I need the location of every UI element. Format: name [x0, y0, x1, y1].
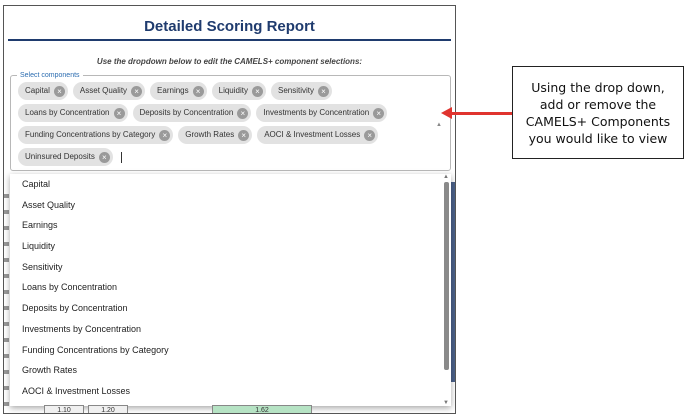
page-title: Detailed Scoring Report	[144, 18, 315, 35]
text-caret[interactable]	[120, 151, 122, 163]
select-label: Select components	[17, 71, 83, 80]
title-divider	[8, 39, 451, 41]
remove-chip-icon[interactable]: ×	[98, 151, 110, 163]
chip-label: Funding Concentrations by Category	[25, 130, 156, 139]
remove-chip-icon[interactable]: ×	[364, 129, 376, 141]
chip-label: Deposits by Concentration	[139, 108, 234, 117]
annotation-arrow-line	[448, 112, 512, 115]
dropdown-option[interactable]: AOCI & Investment Losses	[10, 381, 451, 402]
component-chip: Deposits by Concentration ×	[132, 104, 252, 122]
dropdown-scrollbar[interactable]	[444, 182, 449, 370]
chip-label: Capital	[25, 86, 50, 95]
component-chip: Capital ×	[18, 82, 68, 100]
dropdown-option[interactable]: Capital	[10, 174, 451, 195]
dropdown-option[interactable]: Deposits by Concentration	[10, 298, 451, 319]
chip-label: Growth Rates	[185, 130, 235, 139]
remove-chip-icon[interactable]: ×	[238, 129, 250, 141]
component-chip: Sensitivity ×	[270, 82, 332, 100]
dropdown-option[interactable]: Liquidity	[10, 236, 451, 257]
annotation-arrow-head	[441, 107, 452, 119]
component-chip: Liquidity ×	[211, 82, 266, 100]
component-chip: Growth Rates ×	[178, 126, 253, 144]
component-multiselect[interactable]: Select components Capital × Asset Quality ×…	[10, 71, 451, 171]
selected-chips: Capital × Asset Quality × Earnings × Liquidity…	[18, 82, 428, 166]
background-table-edge	[4, 182, 9, 412]
score-cell: 1.10	[44, 405, 84, 413]
chip-label: Sensitivity	[277, 86, 314, 95]
dropdown-option[interactable]: Asset Quality	[10, 195, 451, 216]
background-score-row: 1.10 1.20 1.62	[4, 405, 455, 413]
chip-label: AOCI & Investment Losses	[264, 130, 361, 139]
dropdown-options: Capital Asset Quality Earnings Liquidity Sen…	[10, 174, 451, 402]
component-chip: Funding Concentrations by Category ×	[18, 126, 174, 144]
chip-label: Uninsured Deposits	[25, 152, 95, 161]
remove-chip-icon[interactable]: ×	[192, 85, 204, 97]
remove-chip-icon[interactable]: ×	[373, 107, 385, 119]
component-chip: Earnings ×	[150, 82, 207, 100]
chip-label: Earnings	[157, 86, 189, 95]
score-cell: 1.20	[88, 405, 128, 413]
dropdown-option[interactable]: Earnings	[10, 215, 451, 236]
component-dropdown-list[interactable]: Capital Asset Quality Earnings Liquidity Sen…	[10, 174, 451, 406]
remove-chip-icon[interactable]: ×	[53, 85, 65, 97]
component-chip: Loans by Concentration ×	[18, 104, 128, 122]
dropdown-option[interactable]: Growth Rates	[10, 360, 451, 381]
dropdown-option[interactable]: Loans by Concentration	[10, 277, 451, 298]
component-chip: Investments by Concentration ×	[256, 104, 388, 122]
remove-chip-icon[interactable]: ×	[318, 85, 329, 97]
remove-chip-icon[interactable]: ×	[251, 85, 263, 97]
report-panel: Detailed Scoring Report Use the dropdown…	[3, 5, 456, 414]
chip-label: Asset Quality	[79, 86, 128, 95]
chip-label: Investments by Concentration	[263, 108, 370, 117]
score-cell-highlight: 1.62	[212, 405, 312, 413]
remove-chip-icon[interactable]: ×	[113, 107, 125, 119]
component-chip: AOCI & Investment Losses ×	[257, 126, 379, 144]
scroll-up-icon[interactable]: ▲	[443, 174, 449, 180]
component-chip: Uninsured Deposits ×	[18, 148, 113, 166]
dropdown-option[interactable]: Sensitivity	[10, 257, 451, 278]
remove-chip-icon[interactable]: ×	[131, 85, 143, 97]
dropdown-option[interactable]: Investments by Concentration	[10, 319, 451, 340]
instruction-text: Use the dropdown below to edit the CAMEL…	[96, 57, 363, 66]
remove-chip-icon[interactable]: ×	[237, 107, 249, 119]
chip-label: Loans by Concentration	[25, 108, 110, 117]
remove-chip-icon[interactable]: ×	[159, 129, 171, 141]
chip-label: Liquidity	[218, 86, 248, 95]
annotation-callout: Using the drop down, add or remove the C…	[512, 66, 684, 159]
component-chip: Asset Quality ×	[72, 82, 146, 100]
collapse-arrow-icon[interactable]: ▲	[436, 122, 442, 128]
dropdown-option[interactable]: Funding Concentrations by Category	[10, 340, 451, 361]
